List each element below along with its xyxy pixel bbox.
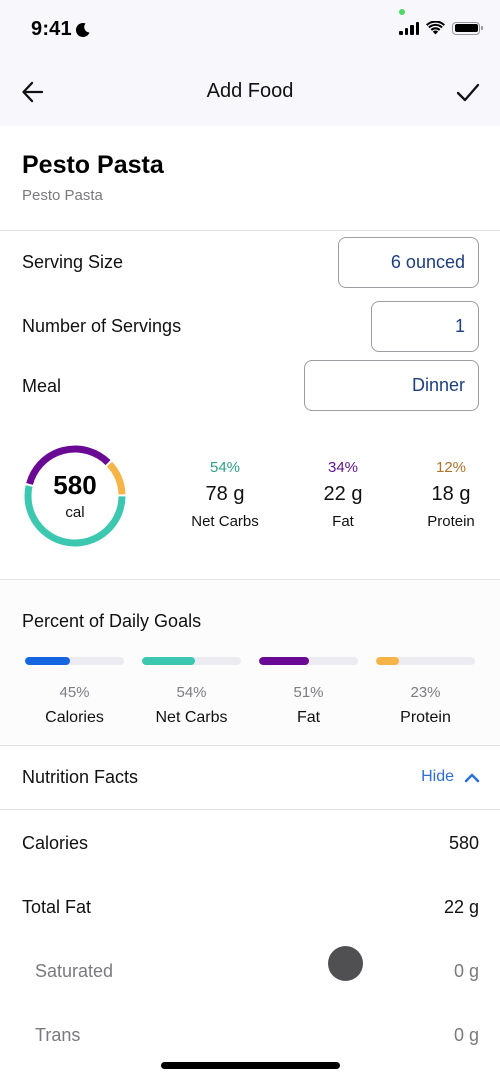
goal-percent: 23% <box>410 684 441 701</box>
nutrition-row-saturated: Saturated 0 g <box>0 951 500 991</box>
goal-net-carbs: 54% Net Carbs <box>142 657 241 727</box>
hide-label: Hide <box>421 768 454 785</box>
goal-name: Net Carbs <box>155 709 228 726</box>
daily-goals-title: Percent of Daily Goals <box>22 611 202 631</box>
goal-name: Protein <box>400 709 451 726</box>
home-indicator[interactable] <box>161 1062 340 1069</box>
goal-progress-track <box>376 657 475 665</box>
page-title: Add Food <box>206 80 294 102</box>
status-time-text: 9:41 <box>31 18 72 40</box>
goal-progress-fill <box>259 657 310 665</box>
status-time: 9:41 <box>31 18 91 41</box>
privacy-indicator-dot <box>399 9 405 15</box>
macro-fat: 34% 22 g Fat <box>293 459 393 530</box>
nutrition-label: Trans <box>35 1025 81 1045</box>
macro-grams: 18 g <box>431 483 471 505</box>
hide-nutrition-button[interactable]: Hide <box>421 768 480 786</box>
food-subtitle: Pesto Pasta <box>22 187 103 204</box>
moon-icon <box>75 22 90 37</box>
divider <box>0 809 500 810</box>
goal-protein: 23% Protein <box>376 657 475 727</box>
divider <box>0 230 500 231</box>
nutrition-facts-title: Nutrition Facts <box>22 767 139 787</box>
nutrition-label: Calories <box>22 833 89 853</box>
goal-name: Fat <box>296 709 321 726</box>
nutrition-row-trans: Trans 0 g <box>0 1015 500 1055</box>
signal-icon <box>399 21 419 35</box>
number-of-servings-label: Number of Servings <box>22 316 182 336</box>
nutrition-value: 22 g <box>443 897 479 917</box>
macro-protein: 12% 18 g Protein <box>401 459 500 530</box>
status-icons <box>399 21 483 35</box>
macro-name: Protein <box>427 513 475 530</box>
divider <box>0 745 500 746</box>
nutrition-value: 0 g <box>453 961 479 981</box>
macro-net-carbs: 54% 78 g Net Carbs <box>175 459 275 530</box>
goal-name: Calories <box>45 709 104 726</box>
goal-progress-track <box>25 657 124 665</box>
macro-percent: 34% <box>327 459 359 476</box>
goal-progress-track <box>142 657 241 665</box>
wifi-icon <box>426 21 445 35</box>
macro-grams: 78 g <box>205 483 245 505</box>
macro-grams: 22 g <box>323 483 363 505</box>
macro-name: Fat <box>332 513 354 530</box>
touch-indicator <box>328 946 363 981</box>
chevron-up-icon <box>464 773 480 782</box>
nutrition-label: Saturated <box>35 961 114 981</box>
nutrition-value: 0 g <box>453 1025 479 1045</box>
checkmark-icon[interactable] <box>454 79 482 105</box>
macro-percent: 12% <box>435 459 467 476</box>
goal-progress-fill <box>25 657 70 665</box>
number-of-servings-field[interactable]: 1 <box>371 301 479 352</box>
food-name: Pesto Pasta <box>22 151 164 179</box>
nutrition-label: Total Fat <box>22 897 92 917</box>
meal-label: Meal <box>22 376 62 396</box>
battery-icon <box>452 21 483 35</box>
macro-name: Net Carbs <box>191 513 259 530</box>
nutrition-value: 580 <box>448 833 479 853</box>
nutrition-row-calories: Calories 580 <box>0 823 500 863</box>
nutrition-row-total-fat: Total Fat 22 g <box>0 887 500 927</box>
serving-size-field[interactable]: 6 ounced <box>338 237 479 288</box>
goal-progress-track <box>259 657 358 665</box>
macro-percent: 54% <box>209 459 241 476</box>
goal-calories: 45% Calories <box>25 657 124 727</box>
goal-fat: 51% Fat <box>259 657 358 727</box>
goal-progress-fill <box>376 657 399 665</box>
calories-unit: cal <box>65 504 85 521</box>
goal-percent: 51% <box>293 684 324 701</box>
goal-percent: 54% <box>176 684 207 701</box>
goal-percent: 45% <box>59 684 90 701</box>
calories-value: 580 <box>53 470 97 500</box>
goal-progress-fill <box>142 657 196 665</box>
meal-field[interactable]: Dinner <box>304 360 479 411</box>
serving-size-label: Serving Size <box>22 252 124 272</box>
